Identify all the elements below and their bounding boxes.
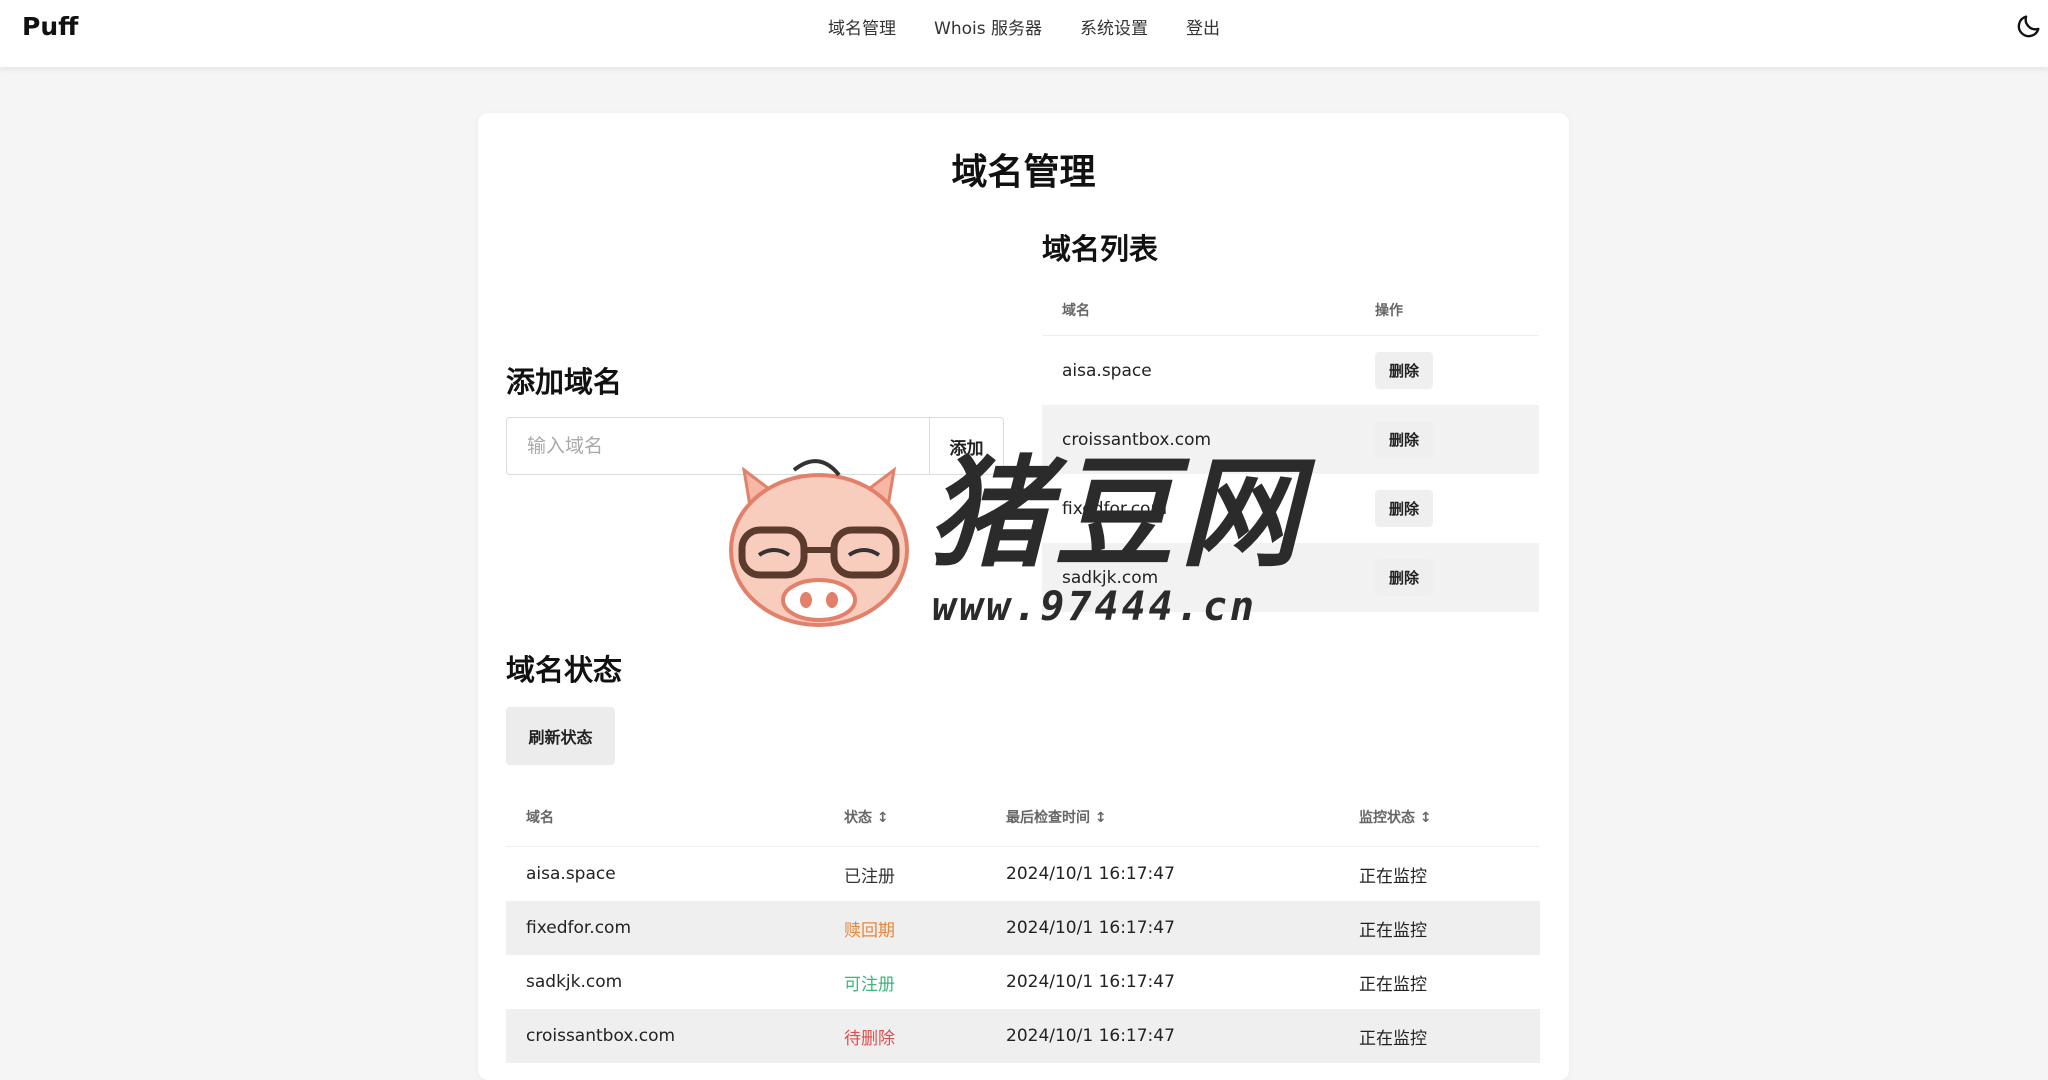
column-header-monitor[interactable]: 监控状态 ↕ [1339, 787, 1540, 847]
status-cell: 待删除 [824, 1009, 986, 1063]
monitor-cell: 正在监控 [1339, 1009, 1540, 1063]
delete-button[interactable]: 删除 [1375, 352, 1434, 389]
table-row: croissantbox.com 待删除 2024/10/1 16:17:47 … [506, 1009, 1540, 1063]
column-header-actions: 操作 [1355, 285, 1539, 336]
table-row: fixedfor.com 赎回期 2024/10/1 16:17:47 正在监控 [506, 901, 1540, 955]
add-domain-button[interactable]: 添加 [930, 417, 1004, 475]
last-checked-cell: 2024/10/1 16:17:47 [986, 1009, 1339, 1063]
domain-cell: fixedfor.com [506, 901, 824, 955]
column-header-status[interactable]: 状态 ↕ [824, 787, 986, 847]
status-cell: 已注册 [844, 866, 895, 887]
table-row: aisa.space 已注册 2024/10/1 16:17:47 正在监控 [506, 847, 1540, 902]
delete-button[interactable]: 删除 [1375, 559, 1434, 596]
domain-cell: aisa.space [526, 864, 616, 884]
monitor-cell: 正在监控 [1359, 866, 1427, 887]
domain-cell: croissantbox.com [506, 1009, 824, 1063]
last-checked-cell: 2024/10/1 16:17:47 [1006, 864, 1175, 884]
domain-list-heading: 域名列表 [1042, 232, 1159, 266]
last-checked-cell: 2024/10/1 16:17:47 [986, 901, 1339, 955]
table-row: fixedfor.com 删除 [1042, 474, 1539, 543]
table-row: sadkjk.com 删除 [1042, 543, 1539, 612]
domain-cell: sadkjk.com [526, 972, 623, 992]
add-domain-heading: 添加域名 [506, 365, 623, 399]
nav-whois-servers[interactable]: Whois 服务器 [934, 14, 1042, 39]
refresh-status-button[interactable]: 刷新状态 [506, 707, 615, 765]
moon-icon[interactable] [2015, 12, 2043, 40]
column-header-domain: 域名 [506, 787, 824, 847]
domain-status-table: 域名 状态 ↕ 最后检查时间 ↕ 监控状态 ↕ aisa.space 已注册 2… [506, 787, 1540, 1063]
table-row: croissantbox.com 删除 [1042, 405, 1539, 474]
page-title: 域名管理 [951, 152, 1096, 193]
nav-domain-management[interactable]: 域名管理 [828, 14, 896, 39]
column-header-last-checked[interactable]: 最后检查时间 ↕ [986, 787, 1339, 847]
monitor-cell: 正在监控 [1359, 974, 1427, 995]
domain-list-table: 域名 操作 aisa.space 删除 croissantbox.com 删除 … [1042, 285, 1539, 612]
domain-input[interactable] [506, 417, 930, 475]
domain-cell: fixedfor.com [1062, 498, 1168, 519]
main-card: 域名管理 添加域名 添加 域名列表 域名 操作 aisa.space 删除 cr… [478, 113, 1569, 1080]
status-cell: 可注册 [844, 974, 895, 995]
domain-cell: sadkjk.com [1042, 543, 1355, 612]
top-navbar: Puff 域名管理 Whois 服务器 系统设置 登出 [0, 0, 2048, 67]
table-row: aisa.space 删除 [1042, 336, 1539, 406]
main-nav: 域名管理 Whois 服务器 系统设置 登出 [0, 0, 2048, 52]
last-checked-cell: 2024/10/1 16:17:47 [1006, 972, 1175, 992]
column-header-domain: 域名 [1042, 285, 1355, 336]
nav-system-settings[interactable]: 系统设置 [1080, 14, 1148, 39]
domain-cell: croissantbox.com [1042, 405, 1355, 474]
nav-logout[interactable]: 登出 [1186, 14, 1220, 39]
domain-status-heading: 域名状态 [506, 653, 623, 687]
delete-button[interactable]: 删除 [1375, 490, 1434, 527]
domain-cell: aisa.space [1062, 360, 1152, 381]
table-row: sadkjk.com 可注册 2024/10/1 16:17:47 正在监控 [506, 955, 1540, 1009]
delete-button[interactable]: 删除 [1375, 421, 1434, 458]
status-cell: 赎回期 [824, 901, 986, 955]
monitor-cell: 正在监控 [1339, 901, 1540, 955]
